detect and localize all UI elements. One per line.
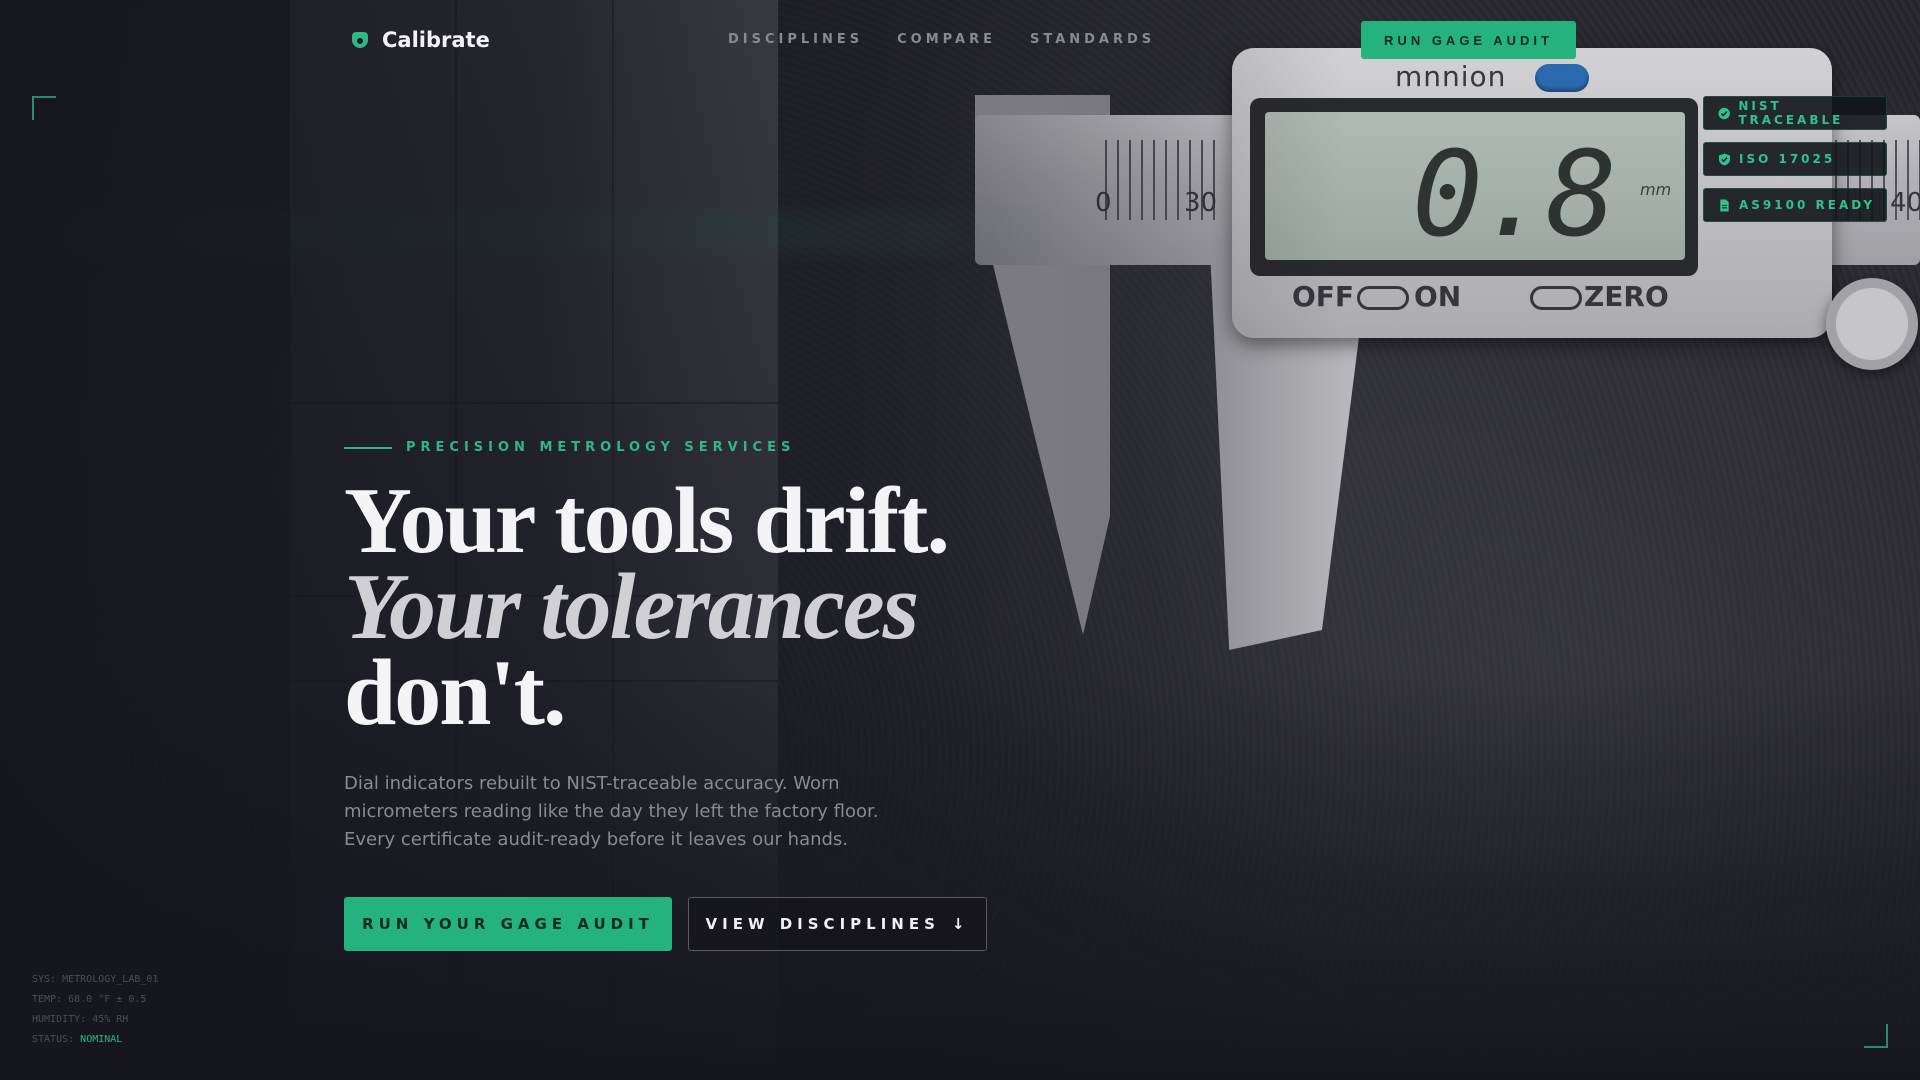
status-temp: TEMP: 68.0 °F ± 0.5	[32, 994, 147, 1005]
arrow-down-icon: ↓	[951, 915, 970, 933]
status-humidity: HUMIDITY: 45% RH	[32, 1014, 129, 1025]
status-sys: SYS: METROLOGY_LAB_01	[32, 974, 159, 985]
caliper-jaw-left	[975, 95, 1110, 635]
top-nav: Calibrate DISCIPLINES COMPARE STANDARDS …	[0, 20, 1920, 80]
scale-number: 30	[1184, 188, 1218, 218]
headline-line-3: don't.	[344, 641, 566, 745]
shield-check-icon	[1718, 152, 1731, 166]
badge-iso: ISO 17025	[1703, 142, 1887, 176]
view-disciplines-label: VIEW DISCIPLINES	[705, 915, 940, 933]
status-value: NOMINAL	[80, 1034, 123, 1045]
caliper-display	[1265, 112, 1685, 260]
certification-badges: NIST TRACEABLE ISO 17025 AS9100 READY	[1703, 96, 1887, 222]
scale-number: 40	[1890, 188, 1920, 218]
eyebrow-text: PRECISION METROLOGY SERVICES	[406, 440, 796, 455]
hero-eyebrow: PRECISION METROLOGY SERVICES	[344, 440, 795, 455]
hero-headline: Your tools drift. Your tolerances don't.	[344, 474, 950, 740]
nav-link-standards[interactable]: STANDARDS	[1030, 32, 1155, 47]
corner-bracket-top-left	[32, 96, 56, 120]
caliper-reading: 0.8	[1412, 125, 1617, 263]
run-your-gage-audit-button[interactable]: RUN YOUR GAGE AUDIT	[344, 897, 672, 951]
corner-bracket-bottom-right	[1864, 1024, 1888, 1048]
lab-status-readout: SYS: METROLOGY_LAB_01 TEMP: 68.0 °F ± 0.…	[32, 970, 158, 1050]
shield-logo-icon	[350, 30, 370, 50]
nav-link-disciplines[interactable]: DISCIPLINES	[728, 32, 863, 47]
logo[interactable]: Calibrate	[350, 28, 490, 52]
nav-link-compare[interactable]: COMPARE	[897, 32, 996, 47]
scale-number: 0	[1095, 188, 1112, 218]
status-line: STATUS: NOMINAL	[32, 1034, 123, 1045]
run-gage-audit-button[interactable]: RUN GAGE AUDIT	[1361, 21, 1576, 59]
badge-nist: NIST TRACEABLE	[1703, 96, 1887, 130]
caliper-label-on: ON	[1414, 280, 1462, 313]
caliper-jaw-right	[1210, 250, 1370, 650]
badge-as9100: AS9100 READY	[1703, 188, 1887, 222]
caliper-label-zero: ZERO	[1584, 280, 1669, 313]
caliper-thumbwheel	[1826, 278, 1918, 370]
check-circle-icon	[1718, 107, 1730, 119]
view-disciplines-button[interactable]: VIEW DISCIPLINES ↓	[688, 897, 987, 951]
caliper-unit: mm	[1640, 180, 1672, 199]
scan-line	[0, 210, 1050, 256]
document-icon	[1720, 198, 1729, 212]
hero-subtext: Dial indicators rebuilt to NIST-traceabl…	[344, 773, 879, 850]
brand-name: Calibrate	[382, 28, 490, 52]
nav-links: DISCIPLINES COMPARE STANDARDS	[728, 32, 1155, 47]
eyebrow-rule	[344, 446, 392, 449]
caliper-label-off: OFF	[1292, 280, 1355, 313]
